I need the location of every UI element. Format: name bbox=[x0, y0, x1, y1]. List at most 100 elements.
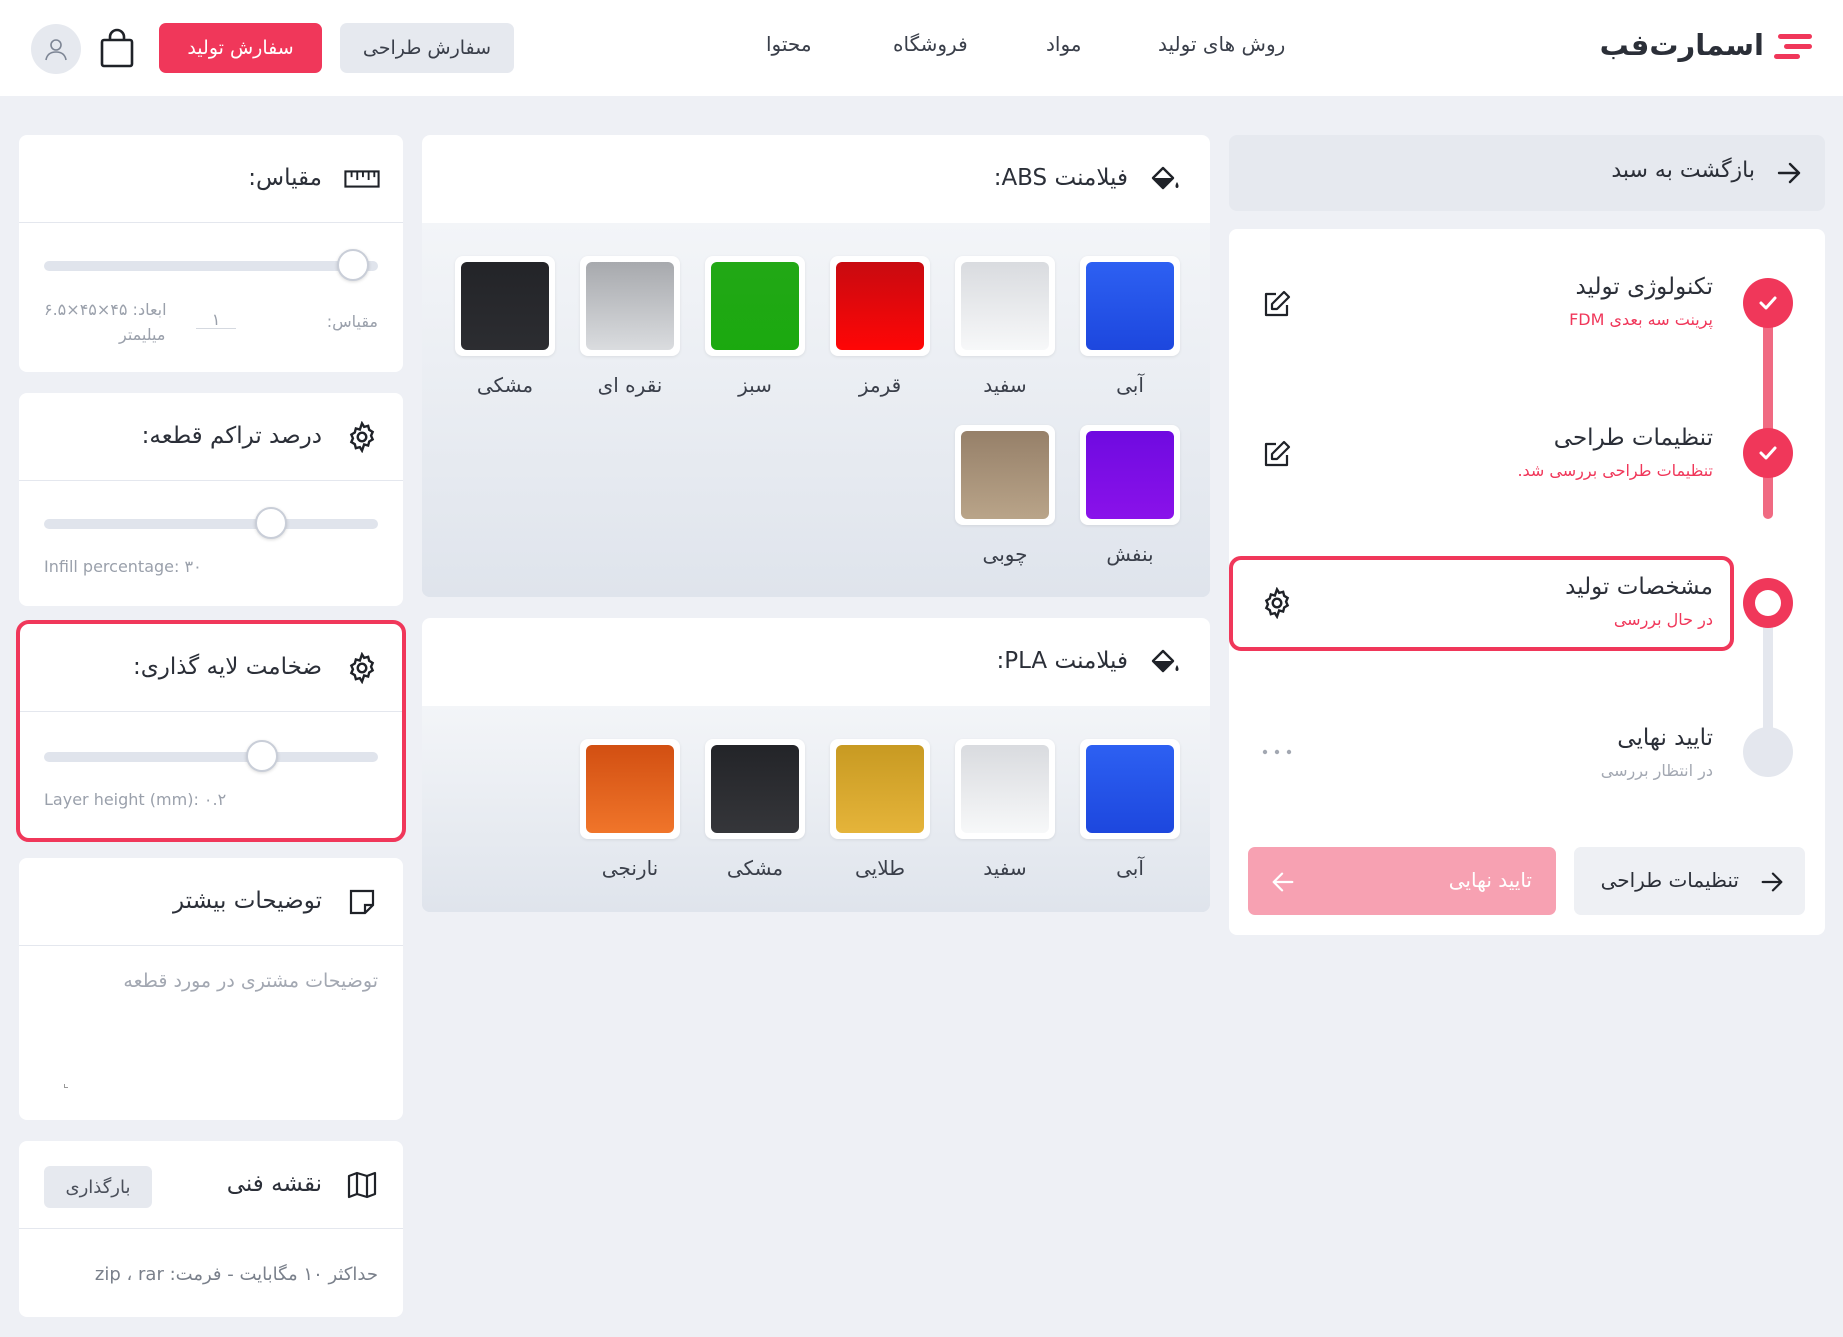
infill-card-header: درصد تراکم قطعه: bbox=[19, 393, 403, 481]
arrow-left-icon bbox=[1272, 872, 1294, 892]
abs-swatch-black[interactable]: مشکی bbox=[455, 256, 555, 397]
notes-card-header: توضیحات بیشتر bbox=[19, 858, 403, 946]
map-icon bbox=[344, 1167, 380, 1203]
back-to-cart-button[interactable]: بازگشت به سبد bbox=[1229, 135, 1825, 211]
abs-swatch-purple[interactable]: بنفش bbox=[1080, 425, 1180, 566]
pla-swatch-orange[interactable]: نارنجی bbox=[580, 739, 680, 880]
step-title-technology: تکنولوژی تولید bbox=[1575, 274, 1713, 300]
pla-swatch-white[interactable]: سفید bbox=[955, 739, 1055, 880]
edit-icon[interactable] bbox=[1259, 286, 1295, 322]
design-settings-label: تنظیمات طراحی bbox=[1600, 868, 1739, 892]
swatch-label: سفید bbox=[983, 373, 1027, 397]
scale-slider[interactable] bbox=[44, 249, 378, 281]
infill-card: درصد تراکم قطعه: Infill percentage: ۳۰ bbox=[19, 393, 403, 606]
infill-slider[interactable] bbox=[44, 507, 378, 539]
scale-title: مقیاس: bbox=[248, 165, 322, 191]
design-settings-button[interactable]: تنظیمات طراحی bbox=[1574, 847, 1805, 915]
abs-card-header: فیلامنت ABS: bbox=[422, 135, 1210, 223]
abs-swatch-grid: آبی سفید قرمز سبز نقره ای مشکی بنفش چوبی bbox=[422, 223, 1210, 597]
upload-button[interactable]: بارگذاری bbox=[44, 1166, 152, 1208]
swatch-label: طلایی bbox=[854, 856, 906, 880]
gear-icon[interactable] bbox=[1259, 585, 1295, 621]
infill-title: درصد تراکم قطعه: bbox=[141, 423, 322, 449]
gear-icon bbox=[344, 650, 380, 686]
abs-swatch-white[interactable]: سفید bbox=[955, 256, 1055, 397]
arrow-right-icon bbox=[1761, 872, 1783, 892]
swatch-label: آبی bbox=[1116, 856, 1144, 880]
nav-shop[interactable]: فروشگاه bbox=[893, 32, 968, 56]
swatch-label: سبز bbox=[738, 373, 772, 397]
swatch-label: نقره ای bbox=[597, 373, 663, 397]
layer-hint: Layer height (mm): ۰.۲ bbox=[44, 790, 227, 809]
notes-card: توضیحات بیشتر توضیحات مشتری در مورد قطعه bbox=[19, 858, 403, 1120]
scale-card-header: مقیاس: bbox=[19, 135, 403, 223]
abs-filament-card: فیلامنت ABS: آبی سفید قرمز سبز نقره ای م… bbox=[422, 135, 1210, 597]
scale-value-input[interactable]: ۱ bbox=[196, 289, 236, 329]
dimensions-unit: میلیمتر bbox=[119, 325, 166, 344]
step-subtitle-final-approval: در انتظار بررسی bbox=[1600, 761, 1713, 780]
abs-swatch-silver[interactable]: نقره ای bbox=[580, 256, 680, 397]
step-done-indicator bbox=[1743, 428, 1793, 478]
nav-materials[interactable]: مواد bbox=[1046, 32, 1082, 56]
abs-swatch-red[interactable]: قرمز bbox=[830, 256, 930, 397]
drawing-card-header: نقشه فنی بارگذاری bbox=[19, 1141, 403, 1229]
logo-text: اسمارت‌فب bbox=[1599, 28, 1764, 62]
pla-card-header: فیلامنت PLA: bbox=[422, 618, 1210, 706]
pla-title: فیلامنت PLA: bbox=[996, 648, 1128, 674]
step-subtitle-technology: پرینت سه بعدی FDM bbox=[1569, 310, 1713, 329]
nav-production-methods[interactable]: روش های تولید bbox=[1158, 32, 1285, 56]
nav-content[interactable]: محتوا bbox=[766, 32, 812, 56]
shopping-bag-icon[interactable] bbox=[100, 28, 134, 68]
scale-card: مقیاس: مقیاس: ۱ ابعاد: ۴۵×۴۵×۶.۵ میلیمتر bbox=[19, 135, 403, 372]
production-order-button[interactable]: سفارش تولید bbox=[159, 23, 322, 73]
swatch-label: قرمز bbox=[858, 373, 902, 397]
pla-swatch-black[interactable]: مشکی bbox=[705, 739, 805, 880]
scale-slider-thumb[interactable] bbox=[337, 249, 369, 281]
swatch-label: نارنجی bbox=[601, 856, 659, 880]
pla-filament-card: فیلامنت PLA: آبی سفید طلایی مشکی نارنجی bbox=[422, 618, 1210, 912]
swatch-label: آبی bbox=[1116, 373, 1144, 397]
step-title-design-settings: تنظیمات طراحی bbox=[1553, 425, 1713, 451]
infill-hint: Infill percentage: ۳۰ bbox=[44, 557, 202, 576]
design-order-button[interactable]: سفارش طراحی bbox=[340, 23, 514, 73]
step-pending-indicator bbox=[1743, 727, 1793, 777]
paint-bucket-icon bbox=[1147, 161, 1183, 197]
step-title-production-specs: مشخصات تولید bbox=[1565, 574, 1713, 600]
swatch-label: چوبی bbox=[982, 542, 1028, 566]
layer-slider[interactable] bbox=[44, 740, 378, 772]
drawing-title: نقشه فنی bbox=[226, 1171, 322, 1197]
user-icon bbox=[45, 39, 67, 61]
infill-slider-thumb[interactable] bbox=[255, 507, 287, 539]
scale-label: مقیاس: bbox=[326, 312, 378, 331]
note-icon bbox=[344, 884, 380, 920]
layer-height-card: ضخامت لایه گذاری: Layer height (mm): ۰.۲ bbox=[19, 624, 403, 838]
more-icon[interactable] bbox=[1259, 734, 1295, 770]
swatch-label: بنفش bbox=[1106, 542, 1154, 566]
resize-handle-icon[interactable] bbox=[64, 1084, 68, 1088]
logo[interactable]: اسمارت‌فب bbox=[1586, 28, 1816, 68]
abs-swatch-wood[interactable]: چوبی bbox=[955, 425, 1055, 566]
notes-placeholder: توضیحات مشتری در مورد قطعه bbox=[123, 970, 378, 992]
final-approval-button[interactable]: تایید نهایی bbox=[1248, 847, 1556, 915]
layer-slider-thumb[interactable] bbox=[246, 740, 278, 772]
top-header: اسمارت‌فب روش های تولید مواد فروشگاه محت… bbox=[0, 0, 1843, 96]
abs-swatch-green[interactable]: سبز bbox=[705, 256, 805, 397]
arrow-right-icon bbox=[1777, 162, 1801, 184]
notes-textarea[interactable]: توضیحات مشتری در مورد قطعه bbox=[44, 970, 378, 1100]
current-step-row[interactable] bbox=[1229, 556, 1734, 651]
step-subtitle-design-settings: تنظیمات طراحی بررسی شد. bbox=[1517, 461, 1713, 480]
abs-swatch-blue[interactable]: آبی bbox=[1080, 256, 1180, 397]
drawing-hint: حداکثر ۱۰ مگابایت - فرمت: zip ، rar bbox=[94, 1264, 378, 1285]
avatar[interactable] bbox=[31, 24, 81, 74]
order-steps-card: تکنولوژی تولید پرینت سه بعدی FDM تنظیمات… bbox=[1229, 229, 1825, 935]
ruler-icon bbox=[344, 161, 380, 197]
pla-swatch-grid: آبی سفید طلایی مشکی نارنجی bbox=[422, 706, 1210, 912]
step-title-final-approval: تایید نهایی bbox=[1617, 725, 1713, 751]
paint-bucket-icon bbox=[1147, 644, 1183, 680]
step-done-indicator bbox=[1743, 278, 1793, 328]
pla-swatch-gold[interactable]: طلایی bbox=[830, 739, 930, 880]
edit-icon[interactable] bbox=[1259, 436, 1295, 472]
back-to-cart-label: بازگشت به سبد bbox=[1611, 158, 1755, 183]
pla-swatch-blue[interactable]: آبی bbox=[1080, 739, 1180, 880]
gear-icon bbox=[344, 419, 380, 455]
